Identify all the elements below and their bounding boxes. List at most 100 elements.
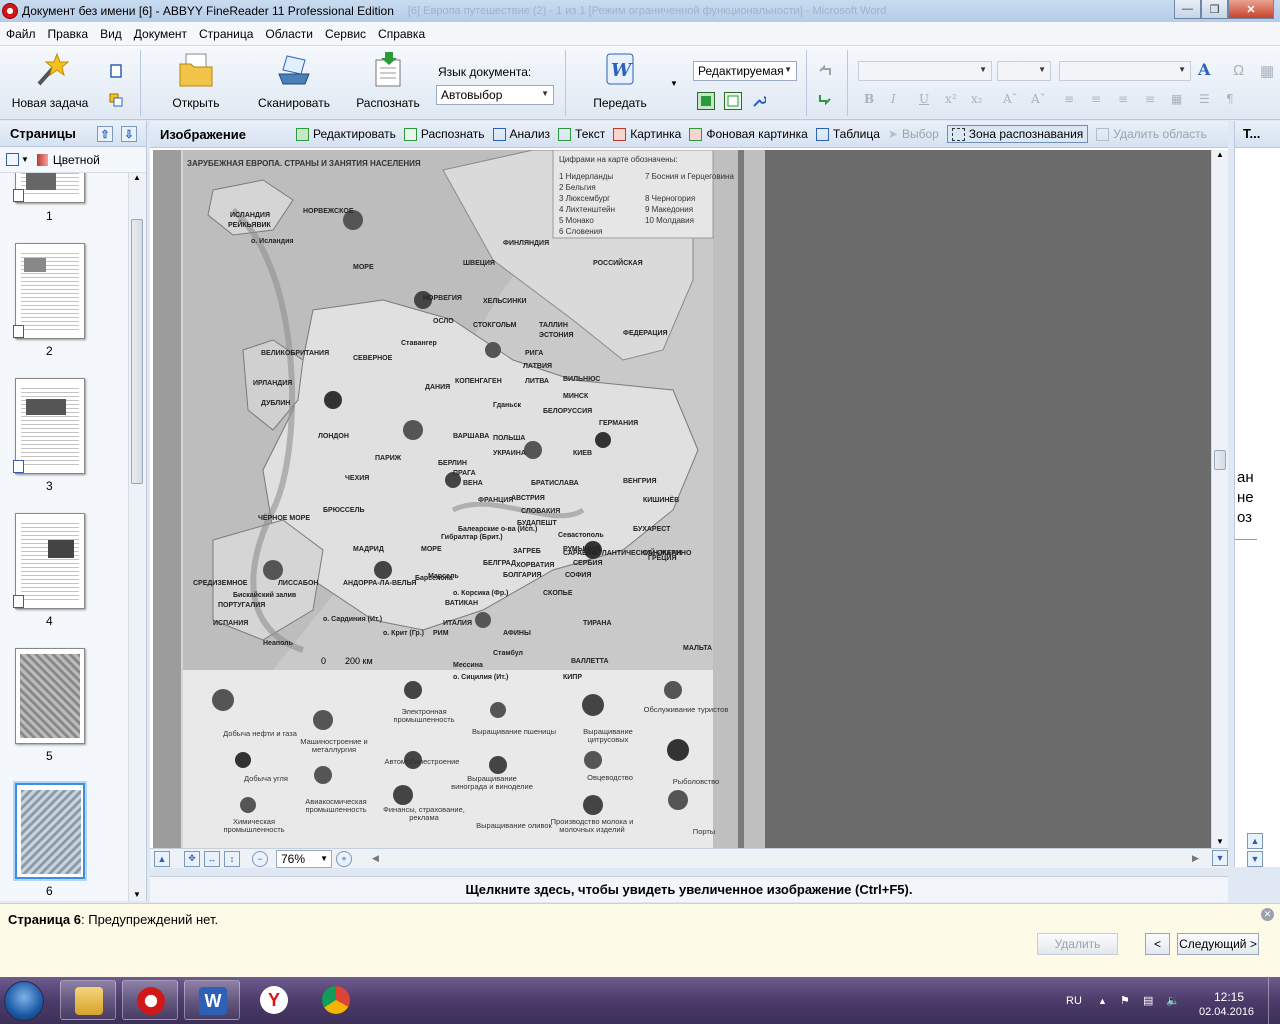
document-image-area[interactable]: ЗАРУБЕЖНАЯ ЕВРОПА. СТРАНЫ И ЗАНЯТИЯ НАСЕ… [153, 150, 1211, 848]
taskbar-chrome[interactable] [308, 980, 364, 1020]
clock-time[interactable]: 12:15 [1214, 990, 1244, 1004]
fit-page-icon[interactable]: ✥ [184, 850, 200, 867]
bold-icon[interactable]: B [864, 92, 874, 106]
maximize-button[interactable]: ❐ [1201, 0, 1228, 19]
tray-expand-icon[interactable]: ▲ [1098, 996, 1107, 1006]
chevron-down-icon[interactable]: ▼ [21, 155, 29, 164]
network-icon[interactable]: ▤ [1143, 994, 1153, 1007]
menu-areas[interactable]: Области [259, 27, 319, 41]
menu-edit[interactable]: Правка [42, 27, 95, 41]
scroll-down-icon[interactable]: ▼ [129, 890, 145, 899]
recognize-button[interactable]: Распознать [343, 52, 433, 110]
scroll-left-icon[interactable]: ◀ [372, 853, 379, 864]
table-insert-icon[interactable]: ▦ [1171, 92, 1182, 106]
scanned-page[interactable]: ЗАРУБЕЖНАЯ ЕВРОПА. СТРАНЫ И ЗАНЯТИЯ НАСЕ… [153, 150, 765, 848]
send-button[interactable]: W Передать [575, 52, 665, 110]
taskbar-yandex[interactable]: Y [246, 980, 302, 1020]
close-button[interactable]: ✕ [1228, 0, 1274, 19]
page-thumbnail[interactable] [13, 513, 85, 609]
menu-view[interactable]: Вид [94, 27, 128, 41]
zoom-out-icon[interactable]: − [252, 850, 268, 867]
align-center-icon[interactable]: ≡ [1091, 92, 1101, 106]
collapse-panel-icon[interactable]: ▲ [154, 850, 170, 867]
page-thumbnail[interactable] [15, 648, 85, 744]
window-icon[interactable] [109, 64, 123, 78]
taskbar-word[interactable]: W [184, 980, 240, 1020]
scrollbar-thumb[interactable] [1214, 450, 1226, 470]
recognition-area-button[interactable]: Зона распознавания [946, 125, 1089, 143]
align-right-icon[interactable]: ≡ [1118, 92, 1128, 106]
font-family-select[interactable]: ▼ [1059, 61, 1191, 81]
wrench-icon[interactable] [752, 94, 766, 108]
open-button[interactable]: Открыть [151, 52, 241, 110]
special-char-icon[interactable]: Ω [1233, 62, 1244, 79]
scroll-right-icon[interactable]: ▶ [1192, 853, 1199, 864]
edit-image-button[interactable]: Редактировать [296, 127, 396, 141]
justify-icon[interactable]: ≡ [1145, 92, 1155, 106]
expand-panel-icon[interactable]: ▼ [1212, 850, 1228, 866]
menu-help[interactable]: Справка [372, 27, 431, 41]
abbyy-app-icon[interactable] [2, 3, 18, 19]
menu-page[interactable]: Страница [193, 27, 259, 41]
scroll-up-icon[interactable]: ▲ [129, 173, 145, 182]
expand-panel-icon[interactable]: ▼ [1247, 851, 1263, 867]
delete-warning-button[interactable]: Удалить [1037, 933, 1118, 955]
page-thumbnail[interactable] [13, 173, 85, 203]
increase-font-icon[interactable]: Aˆ [1003, 92, 1018, 106]
page-thumbnail[interactable] [13, 378, 85, 474]
font-style-select[interactable]: ▼ [858, 61, 992, 81]
show-desktop-button[interactable] [1268, 977, 1280, 1024]
fit-width-icon[interactable]: ↔ [204, 850, 220, 867]
next-warning-button[interactable]: Следующий > [1177, 933, 1259, 955]
collapse-panel-icon[interactable]: ▲ [1247, 833, 1263, 849]
language-select[interactable]: Автовыбор ▼ [436, 85, 554, 105]
zoom-select[interactable]: 76% ▼ [276, 849, 332, 868]
table-area-button[interactable]: Таблица [815, 127, 880, 141]
picture-area-button[interactable]: Картинка [613, 127, 681, 141]
background-picture-button[interactable]: Фоновая картинка [689, 127, 808, 141]
send-mode-select[interactable]: Редактируемая ▼ [693, 61, 797, 81]
select-button[interactable]: ➤ Выбор [888, 127, 939, 141]
taskbar-explorer[interactable] [60, 980, 116, 1020]
zoom-window-hint[interactable]: Щелкните здесь, чтобы увидеть увеличенно… [150, 876, 1228, 902]
close-icon[interactable]: ✕ [1261, 908, 1274, 921]
decrease-font-icon[interactable]: Aˇ [1031, 92, 1046, 106]
menu-document[interactable]: Документ [128, 27, 193, 41]
page-thumbnail-selected[interactable] [15, 783, 85, 879]
redo-icon[interactable] [818, 92, 832, 106]
field-icon[interactable]: ▦ [1260, 62, 1274, 80]
font-size-select[interactable]: ▼ [997, 61, 1051, 81]
zoom-in-icon[interactable]: + [336, 850, 352, 867]
fit-height-icon[interactable]: ↕ [224, 850, 240, 867]
scroll-up-icon[interactable]: ▲ [1212, 150, 1228, 159]
recognize-page-button[interactable]: Распознать [403, 127, 485, 141]
pages-scrollbar[interactable]: ▲ ▼ [128, 173, 145, 901]
send-dropdown-icon[interactable]: ▼ [670, 79, 678, 88]
move-page-up-icon[interactable]: ⇧ [97, 126, 113, 142]
new-task-button[interactable]: Новая задача [5, 52, 95, 110]
volume-icon[interactable]: 🔈 [1166, 994, 1180, 1007]
language-indicator[interactable]: RU [1066, 995, 1082, 1007]
subscript-icon[interactable]: x₂ [971, 92, 983, 106]
taskbar-finereader[interactable] [122, 980, 178, 1020]
move-page-down-icon[interactable]: ⇩ [121, 126, 137, 142]
font-color-icon[interactable]: A [1198, 60, 1210, 79]
flag-icon[interactable]: ⚑ [1120, 994, 1130, 1007]
analyze-button[interactable]: Анализ [492, 127, 550, 141]
menu-tools[interactable]: Сервис [319, 27, 372, 41]
paragraph-icon[interactable]: ¶ [1226, 92, 1234, 106]
clock-date[interactable]: 02.04.2016 [1199, 1006, 1254, 1018]
minimize-button[interactable]: — [1174, 0, 1201, 19]
scan-button[interactable]: Сканировать [249, 52, 339, 110]
underline-icon[interactable]: U [919, 92, 929, 106]
page-thumbnail[interactable] [13, 243, 85, 339]
image-scrollbar[interactable]: ▲ ▼ [1211, 150, 1228, 848]
undo-icon[interactable] [818, 64, 832, 78]
image-mode-icon[interactable] [697, 92, 715, 110]
scroll-down-icon[interactable]: ▼ [1212, 837, 1228, 846]
copy-windows-icon[interactable] [109, 93, 123, 107]
superscript-icon[interactable]: x² [945, 92, 957, 106]
list-icon[interactable]: ☰ [1199, 92, 1210, 106]
menu-file[interactable]: Файл [0, 27, 42, 41]
text-area-button[interactable]: Текст [558, 127, 605, 141]
